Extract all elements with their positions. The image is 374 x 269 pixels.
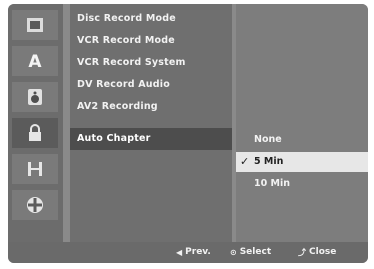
auto-chapter-options: None ✓ 5 Min 10 Min: [236, 4, 368, 242]
language-icon[interactable]: A: [12, 46, 58, 76]
close-label: Close: [309, 247, 337, 257]
menu-item-vcr-record-mode[interactable]: VCR Record Mode: [70, 30, 232, 52]
option-none[interactable]: None: [236, 130, 368, 150]
record-icon[interactable]: [12, 154, 58, 184]
return-icon: ⤴: [298, 248, 306, 257]
setup-menu-list: Disc Record Mode VCR Record Mode VCR Rec…: [70, 4, 232, 242]
menu-item-vcr-record-system[interactable]: VCR Record System: [70, 52, 232, 74]
select-hint[interactable]: ⊙ Select: [230, 242, 271, 263]
svg-text:A: A: [28, 52, 42, 71]
prev-hint[interactable]: ◀ Prev.: [176, 242, 211, 263]
menu-item-av2-recording[interactable]: AV2 Recording: [70, 96, 232, 118]
option-10-min[interactable]: 10 Min: [236, 174, 368, 194]
disc-icon[interactable]: [12, 10, 58, 40]
setup-menu-screen: A Disc Record Mode VCR Record Mode VCR R…: [8, 4, 368, 263]
enter-button-icon: ⊙: [230, 248, 237, 257]
footer-help-bar: ◀ Prev. ⊙ Select ⤴ Close: [8, 242, 368, 263]
select-label: Select: [239, 247, 272, 257]
menu-item-dv-record-audio[interactable]: DV Record Audio: [70, 74, 232, 96]
menu-item-auto-chapter[interactable]: Auto Chapter: [70, 128, 232, 150]
option-5-min-label: 5 Min: [254, 156, 284, 167]
option-5-min[interactable]: ✓ 5 Min: [236, 152, 368, 172]
close-hint[interactable]: ⤴ Close: [298, 242, 336, 263]
arrow-left-icon: ◀: [176, 248, 183, 257]
prev-label: Prev.: [185, 247, 211, 257]
others-icon[interactable]: [12, 190, 58, 220]
lock-icon[interactable]: [12, 118, 58, 148]
checkmark-icon: ✓: [240, 155, 250, 168]
audio-icon[interactable]: [12, 82, 58, 112]
menu-item-disc-record-mode[interactable]: Disc Record Mode: [70, 8, 232, 30]
category-icon-column: A: [8, 4, 63, 242]
